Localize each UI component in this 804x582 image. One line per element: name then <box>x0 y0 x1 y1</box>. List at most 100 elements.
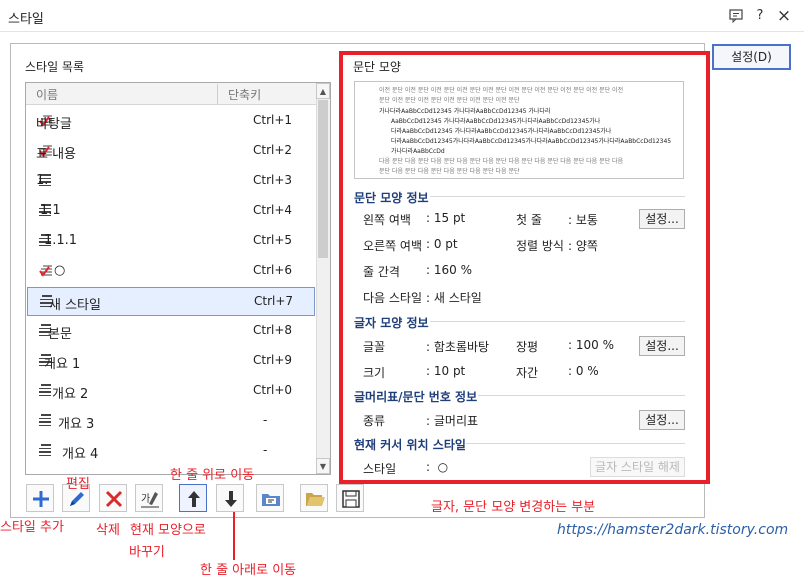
numbering-setting-button[interactable]: 설정... <box>639 410 685 430</box>
paragraph-setting-button[interactable]: 설정... <box>639 209 685 229</box>
delete-style-button[interactable] <box>99 484 127 512</box>
style-name: 새 스타일 <box>49 298 101 313</box>
move-down-button[interactable] <box>216 484 244 512</box>
style-shortcut: Ctrl+6 <box>253 263 293 277</box>
section-divider <box>430 196 685 197</box>
open-style-button[interactable] <box>300 484 328 512</box>
numbering-kind-value: : 글머리표 <box>426 414 479 428</box>
char-width-value: : 100 % <box>568 338 614 352</box>
style-row[interactable]: 본문 Ctrl+8 <box>27 317 315 346</box>
preview-line: 가나다라AaBbCcDd12345 가나다라AaBbCcDd12345 가나다라 <box>379 108 551 115</box>
right-margin-value: : 0 pt <box>426 237 458 251</box>
left-margin-label: 왼쪽 여백 <box>363 213 411 227</box>
style-shortcut: Ctrl+4 <box>253 203 293 217</box>
left-margin-value: : 15 pt <box>426 211 466 225</box>
style-name: 표 내용 <box>36 147 77 162</box>
close-icon[interactable]: × <box>774 6 794 26</box>
scroll-thumb[interactable] <box>318 100 328 258</box>
style-list-caption: 스타일 목록 <box>25 60 85 74</box>
folder-open-icon <box>306 493 325 506</box>
annotation-replace: 현재 모양으로 <box>130 523 206 538</box>
column-header-name[interactable]: 이름 <box>36 86 58 103</box>
style-shortcut: Ctrl+2 <box>253 143 293 157</box>
paragraph-preview: 이전 문단 이전 문단 이전 문단 이전 문단 이전 문단 이전 문단 이전 문… <box>354 81 684 179</box>
style-row[interactable]: 새 스타일 Ctrl+7 <box>27 287 315 316</box>
style-name: 개요 4 <box>62 447 99 462</box>
paragraph-lines-icon <box>39 384 53 398</box>
size-label: 크기 <box>363 366 386 380</box>
char-setting-button[interactable]: 설정... <box>639 336 685 356</box>
style-row[interactable]: 개요 2 Ctrl+0 <box>27 377 315 406</box>
font-value: : 함초롬바탕 <box>426 340 490 354</box>
style-row[interactable]: 개요 4 - <box>27 437 315 466</box>
arrow-down-icon <box>225 491 237 507</box>
paragraph-info-title: 문단 모양 정보 <box>354 191 429 205</box>
style-shortcut: Ctrl+7 <box>254 294 294 308</box>
style-name: 개요 3 <box>58 417 95 432</box>
annotation-edit: 편집 <box>66 477 90 492</box>
align-label: 정렬 방식 <box>516 239 564 253</box>
annotation-replace-2: 바꾸기 <box>129 545 165 560</box>
right-margin-label: 오른쪽 여백 <box>363 239 423 253</box>
style-row[interactable]: 1.1 Ctrl+4 <box>27 197 315 226</box>
style-name: 개요 2 <box>52 387 89 402</box>
paragraph-caption: 문단 모양 <box>353 60 401 74</box>
move-up-button[interactable] <box>179 484 207 512</box>
style-row[interactable]: 표 내용 Ctrl+2 <box>27 137 315 166</box>
style-row[interactable]: 바탕글 Ctrl+1 <box>27 107 315 136</box>
add-style-button[interactable] <box>26 484 54 512</box>
svg-text:가: 가 <box>141 493 150 505</box>
style-shortcut: Ctrl+1 <box>253 113 293 127</box>
font-label: 글꼴 <box>363 340 386 354</box>
style-name: 1.1.1 <box>44 233 78 248</box>
first-line-label: 첫 줄 <box>516 213 542 227</box>
style-shortcut: - <box>263 413 268 427</box>
style-row[interactable]: ○ Ctrl+6 <box>27 257 315 286</box>
replace-icon: 가 <box>141 492 159 508</box>
annotation-add: 스타일 추가 <box>0 520 64 535</box>
numbering-info-title: 글머리표/문단 번호 정보 <box>354 390 478 404</box>
style-row[interactable]: 개요 3 - <box>27 407 315 436</box>
style-shortcut: Ctrl+0 <box>253 383 293 397</box>
setting-button[interactable]: 설정(D) <box>712 44 791 70</box>
preview-line: 이전 문단 이전 문단 이전 문단 이전 문단 이전 문단 이전 문단 이전 문… <box>379 87 624 94</box>
style-row[interactable]: 1.1.1 Ctrl+5 <box>27 227 315 256</box>
delete-x-icon <box>105 490 123 508</box>
clear-char-style-button[interactable]: 글자 스타일 해제 <box>590 457 685 477</box>
first-line-value: : 보통 <box>568 213 598 227</box>
title-bar <box>0 0 804 32</box>
preview-line: AaBbCcDd12345 가나다라AaBbCcDd12345가나다라AaBbC… <box>391 118 601 125</box>
style-row[interactable]: 1. Ctrl+3 <box>27 167 315 196</box>
section-divider <box>430 321 685 322</box>
import-folder-icon <box>262 494 280 506</box>
next-style-value: : 새 스타일 <box>426 291 482 305</box>
next-style-label: 다음 스타일 <box>363 291 423 305</box>
annotation-delete: 삭제 <box>96 523 120 538</box>
line-spacing-label: 줄 간격 <box>363 265 400 279</box>
spacing-label: 자간 <box>516 366 539 380</box>
scroll-up-icon[interactable]: ▲ <box>316 83 330 99</box>
annotation-move-down: 한 줄 아래로 이동 <box>200 563 297 578</box>
replace-with-current-button[interactable]: 가 <box>135 484 163 512</box>
preview-line: 문단 다음 문단 다음 문단 다음 문단 다음 문단 다음 문단 <box>379 168 520 175</box>
cursor-style-label: 스타일 <box>363 462 397 476</box>
char-width-label: 장평 <box>516 340 539 354</box>
help-icon[interactable]: ? <box>750 6 770 26</box>
scroll-down-icon[interactable]: ▼ <box>316 458 330 474</box>
preview-line: 다라AaBbCcDd12345 가나다라AaBbCcDd12345가나다라AaB… <box>391 128 612 135</box>
message-icon[interactable] <box>726 6 746 26</box>
line-spacing-value: : 160 % <box>426 263 472 277</box>
save-disk-icon <box>342 490 360 508</box>
import-style-button[interactable] <box>256 484 284 512</box>
column-header-shortcut[interactable]: 단축키 <box>228 86 261 103</box>
section-divider <box>478 395 685 396</box>
annotation-right-panel: 글자, 문단 모양 변경하는 부분 <box>431 500 596 515</box>
save-style-button[interactable] <box>336 484 364 512</box>
style-name: 1. <box>36 173 49 188</box>
style-row[interactable]: 개요 1 Ctrl+9 <box>27 347 315 376</box>
paragraph-lines-icon <box>39 414 53 428</box>
arrow-up-icon <box>188 491 200 507</box>
style-shortcut: Ctrl+3 <box>253 173 293 187</box>
plus-icon <box>33 491 49 507</box>
preview-line: 다라AaBbCcDd12345가나다라AaBbCcDd12345가나다라AaBb… <box>391 138 672 145</box>
